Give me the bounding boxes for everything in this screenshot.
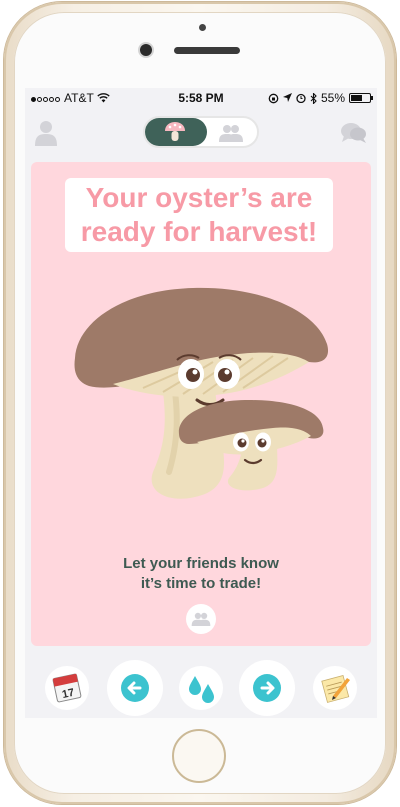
water-button[interactable]: [179, 666, 223, 710]
trade-message-line1: Let your friends know: [123, 555, 279, 572]
previous-button[interactable]: [107, 660, 163, 716]
battery-percent: 55%: [320, 91, 345, 105]
calendar-button[interactable]: 17: [45, 666, 89, 710]
trade-message: Let your friends know it’s time to trade…: [31, 554, 371, 594]
water-drop-icon: [189, 676, 214, 703]
notes-icon: [321, 675, 350, 703]
harvest-card: Your oyster’s are ready for harvest! Let…: [31, 162, 371, 646]
harvest-title: Your oyster’s are ready for harvest!: [65, 178, 333, 252]
home-button[interactable]: [172, 729, 226, 783]
profile-icon[interactable]: [35, 120, 57, 146]
trade-message-line2: it’s time to trade!: [140, 575, 262, 592]
bottom-toolbar: 17: [25, 656, 377, 718]
proximity-sensor: [199, 24, 206, 31]
alarm-icon: [296, 93, 306, 103]
bluetooth-icon: [310, 92, 317, 104]
next-button[interactable]: [239, 660, 295, 716]
status-bar: AT&T 5:58 PM 55%: [25, 88, 377, 108]
orientation-lock-icon: [268, 93, 279, 103]
previous-arrow-icon: [121, 674, 149, 702]
friends-icon: [191, 612, 211, 626]
view-toggle[interactable]: [143, 116, 259, 148]
toggle-mushroom-option[interactable]: [145, 118, 207, 146]
mushroom-icon: [165, 122, 185, 141]
notes-button[interactable]: [313, 666, 357, 710]
calendar-icon: 17: [52, 673, 82, 703]
location-icon: [282, 93, 292, 102]
calendar-day: 17: [61, 687, 75, 701]
app-screen: AT&T 5:58 PM 55% Your oyster’s are ready…: [25, 88, 377, 718]
earpiece-speaker: [174, 47, 240, 54]
next-arrow-icon: [253, 674, 281, 702]
battery-icon: [349, 93, 373, 103]
share-friends-button[interactable]: [186, 604, 216, 634]
chat-icon[interactable]: [341, 122, 367, 144]
top-navigation: [25, 110, 377, 154]
friends-icon: [219, 125, 243, 142]
front-camera: [140, 44, 152, 56]
oyster-mushrooms-illustration: [74, 287, 329, 499]
